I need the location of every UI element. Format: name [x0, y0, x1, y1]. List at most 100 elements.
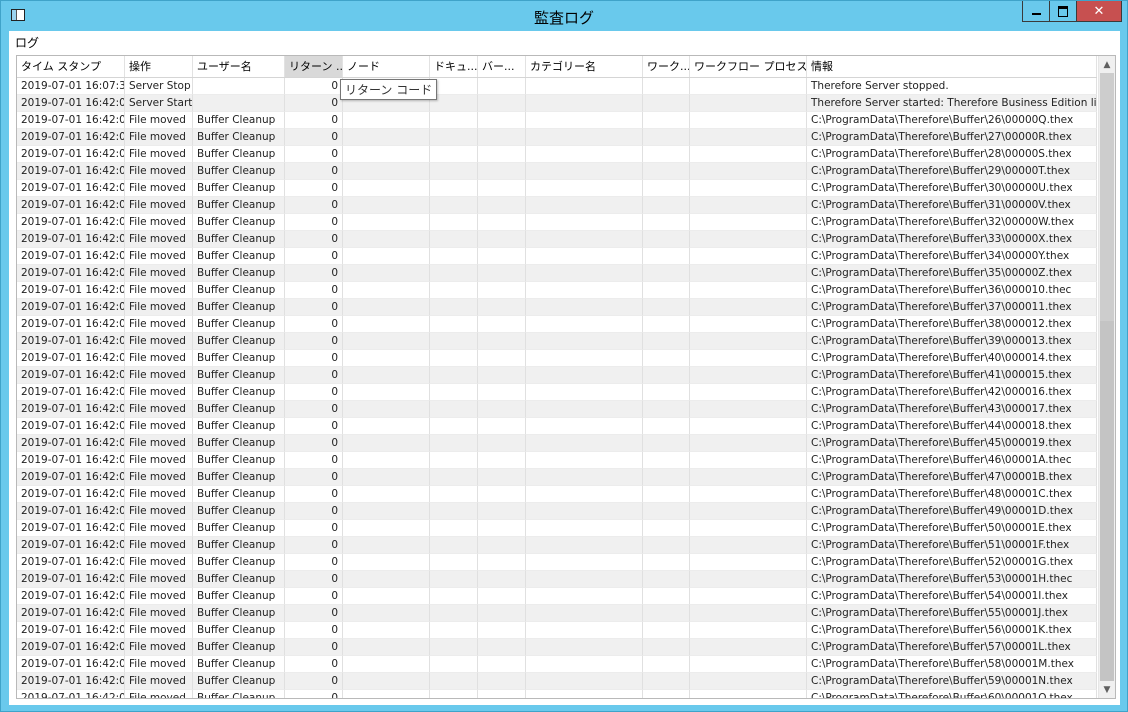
minimize-button[interactable] [1022, 1, 1050, 22]
header-col-info[interactable]: 情報 [807, 56, 1097, 77]
cell-category-name [526, 486, 643, 503]
cell-timestamp: 2019-07-01 16:42:05 [17, 112, 125, 129]
cell-return-code: 0 [285, 673, 343, 690]
table-row[interactable]: 2019-07-01 16:42:05 File moved Buffer Clea… [17, 367, 1097, 384]
table-row[interactable]: 2019-07-01 16:42:05 File moved Buffer Clea… [17, 554, 1097, 571]
table-row[interactable]: 2019-07-01 16:42:05 File moved Buffer Clea… [17, 571, 1097, 588]
cell-operation: File moved [125, 503, 193, 520]
cell-version [478, 112, 526, 129]
cell-document [430, 248, 478, 265]
table-row[interactable]: 2019-07-01 16:42:05 File moved Buffer Clea… [17, 537, 1097, 554]
table-row[interactable]: 2019-07-01 16:42:05 File moved Buffer Clea… [17, 197, 1097, 214]
table-row[interactable]: 2019-07-01 16:42:05 File moved Buffer Clea… [17, 112, 1097, 129]
header-col-timestamp[interactable]: タイム スタンプ [17, 56, 125, 77]
maximize-button[interactable] [1049, 1, 1077, 22]
cell-operation: Server Start [125, 95, 193, 112]
header-col-version[interactable]: バー... [478, 56, 526, 77]
table-row[interactable]: 2019-07-01 16:42:05 File moved Buffer Clea… [17, 299, 1097, 316]
cell-info: C:\ProgramData\Therefore\Buffer\46\00001… [807, 452, 1097, 469]
table-row[interactable]: 2019-07-01 16:42:05 File moved Buffer Clea… [17, 350, 1097, 367]
table-row[interactable]: 2019-07-01 16:42:05 File moved Buffer Clea… [17, 469, 1097, 486]
table-row[interactable]: 2019-07-01 16:42:05 File moved Buffer Clea… [17, 282, 1097, 299]
cell-node [343, 435, 430, 452]
table-row[interactable]: 2019-07-01 16:42:05 File moved Buffer Clea… [17, 673, 1097, 690]
table-row[interactable]: 2019-07-01 16:42:05 File moved Buffer Clea… [17, 503, 1097, 520]
header-col-document[interactable]: ドキュ... [430, 56, 478, 77]
cell-operation: File moved [125, 639, 193, 656]
cell-operation: File moved [125, 690, 193, 698]
table-row[interactable]: 2019-07-01 16:42:05 File moved Buffer Clea… [17, 401, 1097, 418]
table-header: タイム スタンプ 操作 ユーザー名 リターン ... ノード ドキュ... バー... カテゴ… [17, 56, 1097, 78]
cell-version [478, 299, 526, 316]
cell-version [478, 571, 526, 588]
table-row[interactable]: 2019-07-01 16:42:05 File moved Buffer Clea… [17, 163, 1097, 180]
header-col-username[interactable]: ユーザー名 [193, 56, 285, 77]
menu-item-log[interactable]: ログ [15, 34, 39, 51]
table-row[interactable]: 2019-07-01 16:42:05 File moved Buffer Clea… [17, 214, 1097, 231]
table-row[interactable]: 2019-07-01 16:42:05 File moved Buffer Clea… [17, 418, 1097, 435]
table-row[interactable]: 2019-07-01 16:42:05 File moved Buffer Clea… [17, 605, 1097, 622]
table-row[interactable]: 2019-07-01 16:42:05 File moved Buffer Clea… [17, 333, 1097, 350]
table-row[interactable]: 2019-07-01 16:42:05 File moved Buffer Clea… [17, 180, 1097, 197]
table-row[interactable]: 2019-07-01 16:42:05 File moved Buffer Clea… [17, 486, 1097, 503]
cell-category-name [526, 537, 643, 554]
title-bar[interactable]: 監査ログ ✕ [1, 1, 1127, 31]
cell-workflow-process-name [690, 418, 807, 435]
cell-version [478, 418, 526, 435]
table-row[interactable]: 2019-07-01 16:42:05 File moved Buffer Clea… [17, 146, 1097, 163]
cell-info: Therefore Server stopped. [807, 78, 1097, 95]
table-body: 2019-07-01 16:07:38 Server Stop 0 Therefore… [17, 78, 1097, 698]
header-col-node[interactable]: ノード [343, 56, 430, 77]
close-button[interactable]: ✕ [1076, 1, 1122, 22]
scroll-up-button[interactable]: ▲ [1099, 56, 1115, 73]
cell-workflow [643, 588, 690, 605]
cell-username: Buffer Cleanup [193, 384, 285, 401]
table-row[interactable]: 2019-07-01 16:42:05 File moved Buffer Clea… [17, 435, 1097, 452]
table-row[interactable]: 2019-07-01 16:42:05 File moved Buffer Clea… [17, 129, 1097, 146]
cell-info: C:\ProgramData\Therefore\Buffer\56\00001… [807, 622, 1097, 639]
cell-timestamp: 2019-07-01 16:42:05 [17, 197, 125, 214]
cell-return-code: 0 [285, 129, 343, 146]
cell-workflow [643, 469, 690, 486]
header-col-workflow[interactable]: ワーク... [643, 56, 690, 77]
cell-operation: File moved [125, 248, 193, 265]
cell-return-code: 0 [285, 367, 343, 384]
cell-version [478, 95, 526, 112]
table-row[interactable]: 2019-07-01 16:42:05 File moved Buffer Clea… [17, 248, 1097, 265]
table-row[interactable]: 2019-07-01 16:42:05 File moved Buffer Clea… [17, 384, 1097, 401]
cell-return-code: 0 [285, 452, 343, 469]
header-col-category-name[interactable]: カテゴリー名 [526, 56, 643, 77]
cell-document [430, 180, 478, 197]
cell-node [343, 112, 430, 129]
table-row[interactable]: 2019-07-01 16:42:05 File moved Buffer Clea… [17, 639, 1097, 656]
cell-version [478, 282, 526, 299]
cell-operation: File moved [125, 605, 193, 622]
table-row[interactable]: 2019-07-01 16:42:05 File moved Buffer Clea… [17, 690, 1097, 698]
cell-workflow-process-name [690, 486, 807, 503]
cell-document [430, 231, 478, 248]
table-row[interactable]: 2019-07-01 16:07:38 Server Stop 0 Therefore… [17, 78, 1097, 95]
cell-node [343, 316, 430, 333]
table-row[interactable]: 2019-07-01 16:42:05 File moved Buffer Clea… [17, 231, 1097, 248]
table-row[interactable]: 2019-07-01 16:42:05 File moved Buffer Clea… [17, 656, 1097, 673]
scroll-down-button[interactable]: ▼ [1099, 681, 1115, 698]
vertical-scrollbar[interactable]: ▲ ▼ [1098, 56, 1115, 698]
scroll-up-arrow-icon: ▲ [1103, 59, 1111, 70]
table-row[interactable]: 2019-07-01 16:42:05 File moved Buffer Clea… [17, 588, 1097, 605]
scrollbar-thumb[interactable] [1100, 73, 1114, 321]
table-row[interactable]: 2019-07-01 16:42:05 File moved Buffer Clea… [17, 316, 1097, 333]
cell-workflow-process-name [690, 112, 807, 129]
cell-username: Buffer Cleanup [193, 673, 285, 690]
scrollbar-track[interactable] [1100, 321, 1114, 681]
header-col-return-code[interactable]: リターン ... [285, 56, 343, 77]
table-row[interactable]: 2019-07-01 16:42:05 File moved Buffer Clea… [17, 452, 1097, 469]
table-row[interactable]: 2019-07-01 16:42:05 File moved Buffer Clea… [17, 265, 1097, 282]
table-row[interactable]: 2019-07-01 16:42:05 File moved Buffer Clea… [17, 622, 1097, 639]
cell-username: Buffer Cleanup [193, 231, 285, 248]
header-col-operation[interactable]: 操作 [125, 56, 193, 77]
table-row[interactable]: 2019-07-01 16:42:05 File moved Buffer Clea… [17, 520, 1097, 537]
cell-version [478, 214, 526, 231]
table-row[interactable]: 2019-07-01 16:42:04 Server Start 0 Therefor… [17, 95, 1097, 112]
scroll-down-arrow-icon: ▼ [1103, 684, 1111, 695]
header-col-workflow-process-name[interactable]: ワークフロー プロセス名 [690, 56, 807, 77]
